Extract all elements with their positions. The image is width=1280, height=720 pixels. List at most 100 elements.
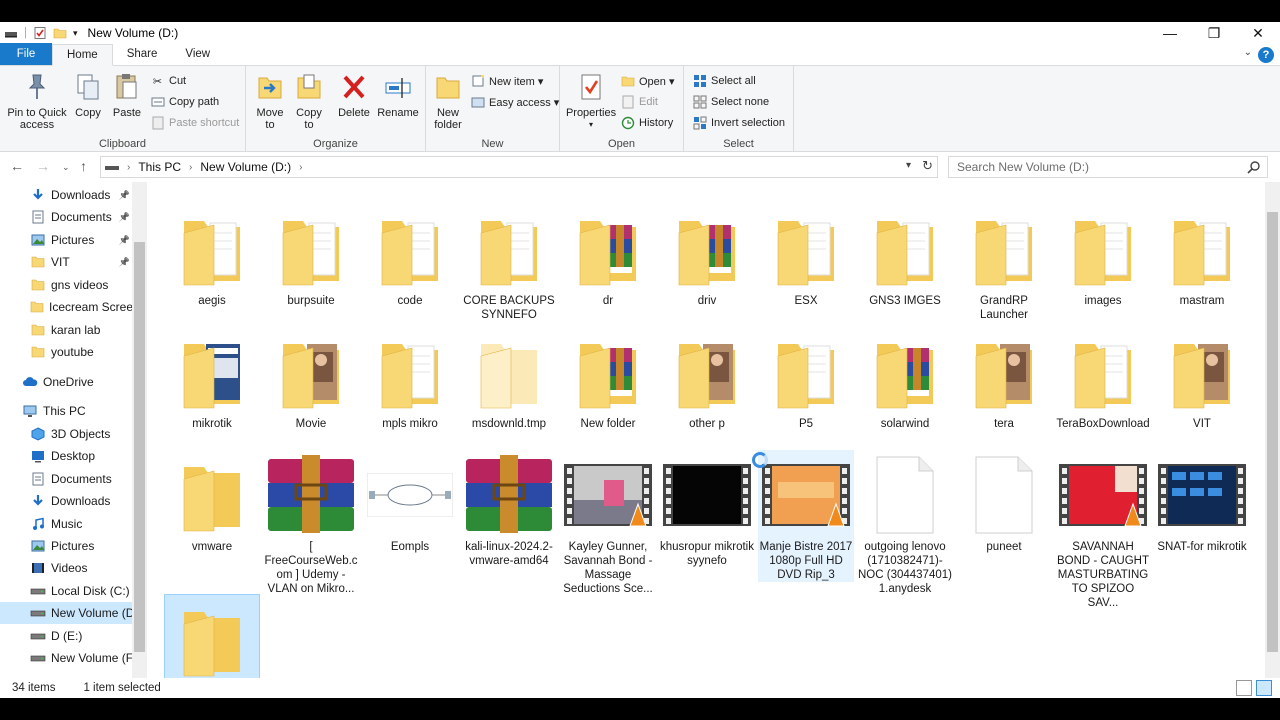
file-item[interactable]: tera [956,327,1052,431]
file-item[interactable]: aegis [164,204,260,308]
history-button[interactable]: History [620,114,673,132]
file-item[interactable]: ESX [758,204,854,308]
properties-button[interactable]: Properties ▾ [566,70,616,131]
file-item[interactable]: outgoing lenovo (1710382471)-NOC (304437… [857,450,953,596]
file-item[interactable]: solarwind [857,327,953,431]
file-list-scrollbar[interactable] [1265,182,1280,678]
customize-qat-chevron-icon[interactable]: ▾ [73,28,78,39]
paste-button[interactable]: Paste [108,70,146,119]
tab-home[interactable]: Home [52,44,113,66]
easy-access-button[interactable]: Easy access ▾ [470,93,559,111]
properties-check-icon[interactable] [33,26,47,40]
pin-to-quick-access-button[interactable]: Pin to Quick access [4,70,70,131]
address-history-chevron-icon[interactable]: ▾ [906,160,911,171]
nav-item-karan-lab[interactable]: karan lab [0,319,132,341]
file-item[interactable]: images [1055,204,1151,308]
file-item[interactable]: khusropur mikrotik syynefo [659,450,755,568]
file-item[interactable]: burpsuite [263,204,359,308]
nav-item-this-pc[interactable]: This PC [0,400,132,422]
nav-item-downloads[interactable]: Downloads [0,490,132,512]
new-folder-small-icon[interactable] [53,26,67,40]
file-item[interactable]: Movie [263,327,359,431]
nav-pane-scroll-thumb[interactable] [134,242,145,652]
search-input[interactable]: Search New Volume (D:) [948,156,1268,178]
edit-button[interactable]: Edit [620,93,658,111]
file-item[interactable]: GNS3 IMGES [857,204,953,308]
nav-item-icecream-screen[interactable]: Icecream Screen [0,296,140,318]
select-all-button[interactable]: Select all [692,72,756,90]
file-item[interactable]: TeraBoxDownload [1055,327,1151,431]
nav-item-downloads[interactable]: Downloads 📌 [0,184,132,206]
close-button[interactable]: ✕ [1236,22,1280,44]
invert-selection-button[interactable]: Invert selection [692,114,785,132]
file-item[interactable]: SNAT-for mikrotik [1154,450,1250,554]
tab-view[interactable]: View [171,43,224,65]
open-button[interactable]: Open ▾ [620,72,675,90]
tab-file[interactable]: File [0,43,52,65]
large-icons-view-icon[interactable] [1256,680,1272,696]
nav-item-gns-videos[interactable]: gns videos [0,274,132,296]
file-item[interactable]: vmware [164,450,260,554]
file-item[interactable]: New folder [560,327,656,431]
forward-arrow-icon[interactable]: → [36,158,50,174]
ribbon-collapse-chevron-icon[interactable]: ⌄ [1244,47,1252,58]
breadcrumb-new-volume[interactable]: New Volume (D:) [200,160,291,174]
search-icon[interactable] [1247,160,1261,174]
nav-item-vit[interactable]: VIT 📌 [0,251,132,273]
file-item[interactable]: P5 [758,327,854,431]
details-view-icon[interactable] [1236,680,1252,696]
nav-item-new-volume-f[interactable]: New Volume (F:) [0,647,140,669]
move-to-button[interactable]: Move to [252,70,288,131]
copy-button[interactable]: Copy [70,70,106,119]
nav-item-onedrive[interactable]: OneDrive [0,371,132,393]
file-list-scroll-thumb[interactable] [1267,212,1278,652]
up-arrow-icon[interactable]: ↑ [80,158,87,174]
nav-item-local-disk-c[interactable]: Local Disk (C:) [0,580,132,602]
file-item[interactable]: gns3 [164,594,260,678]
copy-to-button[interactable]: Copy to [292,70,326,131]
recent-locations-chevron-icon[interactable]: ⌄ [62,162,70,173]
file-item[interactable]: SAVANNAH BOND - CAUGHT MASTURBATING TO S… [1055,450,1151,610]
file-item[interactable]: puneet [956,450,1052,554]
new-item-button[interactable]: New item ▾ [470,72,543,90]
tab-share[interactable]: Share [113,43,172,65]
file-item[interactable]: Kayley Gunner, Savannah Bond - Massage S… [560,450,656,596]
nav-item-documents[interactable]: Documents [0,468,132,490]
nav-item-music[interactable]: Music [0,513,132,535]
copy-path-button[interactable]: Copy path [150,93,219,111]
cut-button[interactable]: ✂ Cut [150,72,186,90]
delete-button[interactable]: Delete [336,70,372,119]
paste-shortcut-button[interactable]: Paste shortcut [150,114,239,132]
file-item[interactable]: VIT [1154,327,1250,431]
file-item[interactable]: mastram [1154,204,1250,308]
file-item[interactable]: mikrotik [164,327,260,431]
nav-item-3d-objects[interactable]: 3D Objects [0,423,132,445]
address-bar[interactable]: › This PC › New Volume (D:) › ▾ ↻ [100,156,938,178]
file-item[interactable]: driv [659,204,755,308]
maximize-button[interactable]: ❐ [1192,22,1236,44]
file-item[interactable]: Manje Bistre 2017 1080p Full HD DVD Rip_… [758,450,854,582]
nav-item-pictures[interactable]: Pictures [0,535,132,557]
file-item[interactable]: kali-linux-2024.2-vmware-amd64 [461,450,557,568]
refresh-icon[interactable]: ↻ [922,158,933,174]
nav-item-youtube[interactable]: youtube [0,341,132,363]
breadcrumb-this-pc[interactable]: This PC [138,160,181,174]
nav-pane-scrollbar[interactable] [132,182,147,678]
rename-button[interactable]: Rename [376,70,420,119]
nav-item-desktop[interactable]: Desktop [0,445,132,467]
file-item[interactable]: mpls mikro [362,327,458,431]
nav-item-d-e[interactable]: D (E:) [0,625,132,647]
nav-item-pictures[interactable]: Pictures 📌 [0,229,132,251]
nav-item-new-volume-d[interactable]: New Volume (D:) [0,602,142,624]
new-folder-button[interactable]: New folder [430,70,466,131]
file-item[interactable]: GrandRP Launcher [956,204,1052,322]
back-arrow-icon[interactable]: ← [10,158,24,174]
file-item[interactable]: dr [560,204,656,308]
nav-item-videos[interactable]: Videos [0,557,132,579]
file-item[interactable]: CORE BACKUPS SYNNEFO [461,204,557,322]
minimize-button[interactable]: — [1148,22,1192,44]
file-item[interactable]: msdownld.tmp [461,327,557,431]
nav-item-documents[interactable]: Documents 📌 [0,206,132,228]
file-item[interactable]: code [362,204,458,308]
help-icon[interactable]: ? [1258,47,1274,63]
